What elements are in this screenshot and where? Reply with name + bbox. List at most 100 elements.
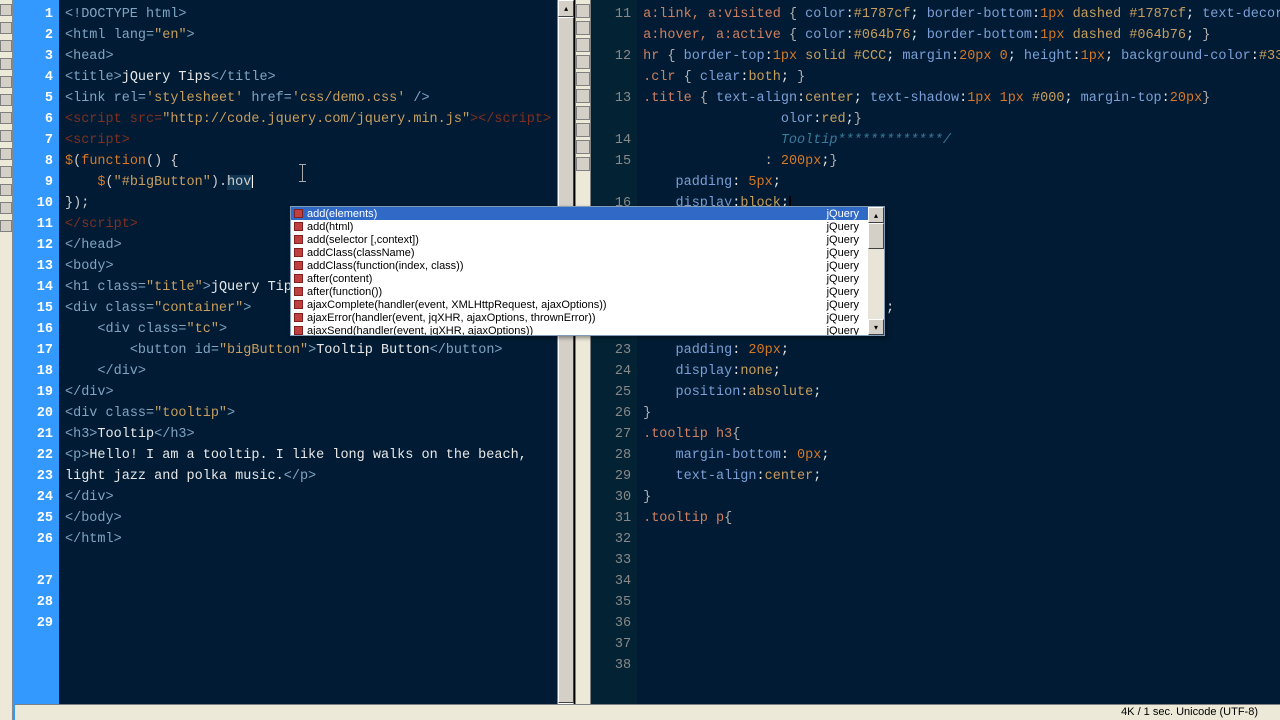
- method-icon: [294, 326, 303, 335]
- code-line[interactable]: <button id="bigButton">Tooltip Button</b…: [65, 340, 551, 361]
- code-line[interactable]: <head>: [65, 46, 551, 67]
- code-line[interactable]: $("#bigButton").hov: [65, 172, 551, 193]
- code-line[interactable]: padding: 20px;: [643, 340, 1280, 361]
- tool-icon[interactable]: [576, 72, 590, 86]
- autocomplete-item[interactable]: add(elements)jQuery: [291, 207, 868, 220]
- left-vscroll[interactable]: ▴ ▾: [557, 0, 574, 720]
- method-icon: [294, 261, 303, 270]
- autocomplete-type: jQuery: [827, 221, 865, 233]
- left-editor-pane: 1234567891011121314151617181920212223242…: [13, 0, 575, 720]
- tool-icon[interactable]: [576, 21, 590, 35]
- tool-icon[interactable]: [0, 40, 12, 52]
- autocomplete-item[interactable]: ajaxComplete(handler(event, XMLHttpReque…: [291, 298, 868, 311]
- code-line[interactable]: <link rel='stylesheet' href='css/demo.cs…: [65, 88, 551, 109]
- autocomplete-item[interactable]: ajaxError(handler(event, jqXHR, ajaxOpti…: [291, 311, 868, 324]
- autocomplete-item[interactable]: after(content)jQuery: [291, 272, 868, 285]
- scroll-up-icon[interactable]: ▴: [868, 207, 884, 223]
- code-line[interactable]: </html>: [65, 529, 551, 550]
- code-line[interactable]: .title { text-align:center; text-shadow:…: [643, 88, 1280, 109]
- tool-icon[interactable]: [0, 148, 12, 160]
- code-line[interactable]: .tooltip h3{: [643, 424, 1280, 445]
- code-line[interactable]: </body>: [65, 508, 551, 529]
- code-line[interactable]: <div class="tooltip">: [65, 403, 551, 424]
- tool-icon[interactable]: [576, 157, 590, 171]
- scroll-up-icon[interactable]: ▴: [558, 0, 574, 17]
- code-line[interactable]: text-align:center;: [643, 466, 1280, 487]
- tool-icon[interactable]: [576, 55, 590, 69]
- method-icon: [294, 313, 303, 322]
- tool-icon[interactable]: [0, 202, 12, 214]
- autocomplete-label: add(elements): [307, 208, 827, 220]
- tool-icon[interactable]: [0, 4, 12, 16]
- tool-icon[interactable]: [576, 38, 590, 52]
- method-icon: [294, 235, 303, 244]
- tool-icon[interactable]: [576, 106, 590, 120]
- autocomplete-label: ajaxComplete(handler(event, XMLHttpReque…: [307, 299, 827, 311]
- code-line[interactable]: <!DOCTYPE html>: [65, 4, 551, 25]
- tool-icon[interactable]: [576, 140, 590, 154]
- code-line[interactable]: Tooltip*************/: [643, 130, 1280, 151]
- scroll-thumb[interactable]: [558, 17, 574, 703]
- tool-icon[interactable]: [0, 166, 12, 178]
- code-line[interactable]: padding: 5px;: [643, 172, 1280, 193]
- autocomplete-item[interactable]: after(function())jQuery: [291, 285, 868, 298]
- autocomplete-item[interactable]: ajaxSend(handler(event, jqXHR, ajaxOptio…: [291, 324, 868, 335]
- tool-icon[interactable]: [0, 76, 12, 88]
- autocomplete-type: jQuery: [827, 312, 865, 324]
- code-line[interactable]: .clr { clear:both; }: [643, 67, 1280, 88]
- scroll-down-icon[interactable]: ▾: [868, 319, 884, 335]
- scroll-thumb[interactable]: [868, 223, 884, 249]
- autocomplete-type: jQuery: [827, 234, 865, 246]
- method-icon: [294, 209, 303, 218]
- autocomplete-item[interactable]: add(html)jQuery: [291, 220, 868, 233]
- statusbar: 4K / 1 sec. Unicode (UTF-8): [15, 704, 1280, 720]
- autocomplete-item[interactable]: add(selector [,context])jQuery: [291, 233, 868, 246]
- code-line[interactable]: <html lang="en">: [65, 25, 551, 46]
- code-line[interactable]: </div>: [65, 487, 551, 508]
- tool-icon[interactable]: [0, 130, 12, 142]
- method-icon: [294, 300, 303, 309]
- tool-icon[interactable]: [576, 4, 590, 18]
- tool-icon[interactable]: [576, 89, 590, 103]
- autocomplete-item[interactable]: addClass(function(index, class))jQuery: [291, 259, 868, 272]
- left-gutter[interactable]: 1234567891011121314151617181920212223242…: [13, 0, 59, 720]
- code-line[interactable]: a:link, a:visited { color:#1787cf; borde…: [643, 4, 1280, 25]
- tool-icon[interactable]: [0, 58, 12, 70]
- tool-icon[interactable]: [0, 94, 12, 106]
- code-line[interactable]: hr { border-top:1px solid #CCC; margin:2…: [643, 46, 1280, 67]
- code-line[interactable]: <h3>Tooltip</h3>: [65, 424, 551, 445]
- code-line[interactable]: display:none;: [643, 361, 1280, 382]
- right-gutter[interactable]: 1112131415161718192021222324252627282930…: [591, 0, 637, 720]
- code-line[interactable]: position:absolute;: [643, 382, 1280, 403]
- autocomplete-item[interactable]: addClass(className)jQuery: [291, 246, 868, 259]
- code-line[interactable]: </div>: [65, 361, 551, 382]
- tool-icon[interactable]: [0, 112, 12, 124]
- autocomplete-label: add(selector [,context]): [307, 234, 827, 246]
- code-line[interactable]: }: [643, 487, 1280, 508]
- method-icon: [294, 274, 303, 283]
- code-line[interactable]: <script>: [65, 130, 551, 151]
- code-line[interactable]: <title>jQuery Tips</title>: [65, 67, 551, 88]
- left-code-area[interactable]: <!DOCTYPE html><html lang="en"><head><ti…: [59, 0, 557, 720]
- tool-icon[interactable]: [576, 123, 590, 137]
- code-line[interactable]: : 200px;}: [643, 151, 1280, 172]
- code-line[interactable]: <script src="http://code.jquery.com/jque…: [65, 109, 551, 130]
- code-line[interactable]: a:hover, a:active { color:#064b76; borde…: [643, 25, 1280, 46]
- code-line[interactable]: }: [643, 403, 1280, 424]
- autocomplete-label: addClass(function(index, class)): [307, 260, 827, 272]
- tool-icon[interactable]: [0, 22, 12, 34]
- code-line[interactable]: margin-bottom: 0px;: [643, 445, 1280, 466]
- tool-icon[interactable]: [0, 220, 12, 232]
- code-line[interactable]: <p>Hello! I am a tooltip. I like long wa…: [65, 445, 551, 487]
- code-line[interactable]: $(function() {: [65, 151, 551, 172]
- autocomplete-type: jQuery: [827, 299, 865, 311]
- code-line[interactable]: .tooltip p{: [643, 508, 1280, 529]
- autocomplete-label: after(content): [307, 273, 827, 285]
- autocomplete-popup[interactable]: add(elements)jQueryadd(html)jQueryadd(se…: [290, 206, 885, 336]
- right-editor-pane: 1112131415161718192021222324252627282930…: [591, 0, 1280, 720]
- right-code-area[interactable]: a:link, a:visited { color:#1787cf; borde…: [637, 0, 1280, 720]
- code-line[interactable]: </div>: [65, 382, 551, 403]
- tool-icon[interactable]: [0, 184, 12, 196]
- autocomplete-scroll[interactable]: ▴ ▾: [868, 207, 884, 335]
- code-line[interactable]: olor:red;}: [643, 109, 1280, 130]
